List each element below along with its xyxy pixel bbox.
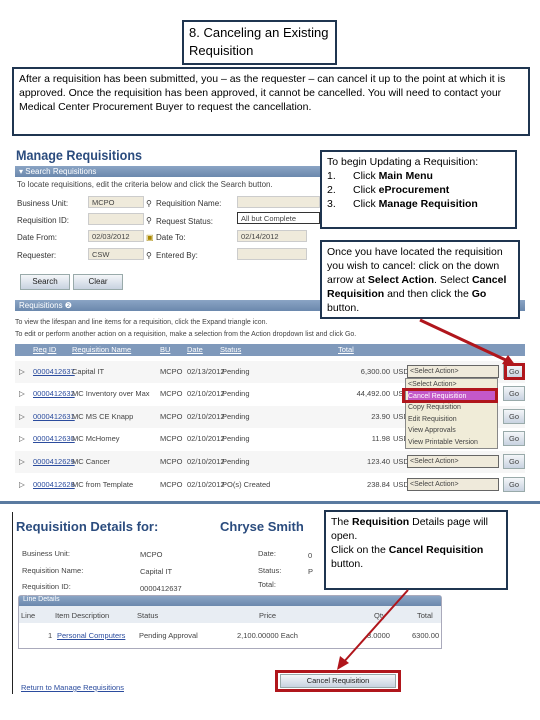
arrow-to-cancel bbox=[341, 589, 409, 665]
arrows bbox=[337, 318, 516, 670]
arrow-to-go bbox=[419, 318, 511, 364]
